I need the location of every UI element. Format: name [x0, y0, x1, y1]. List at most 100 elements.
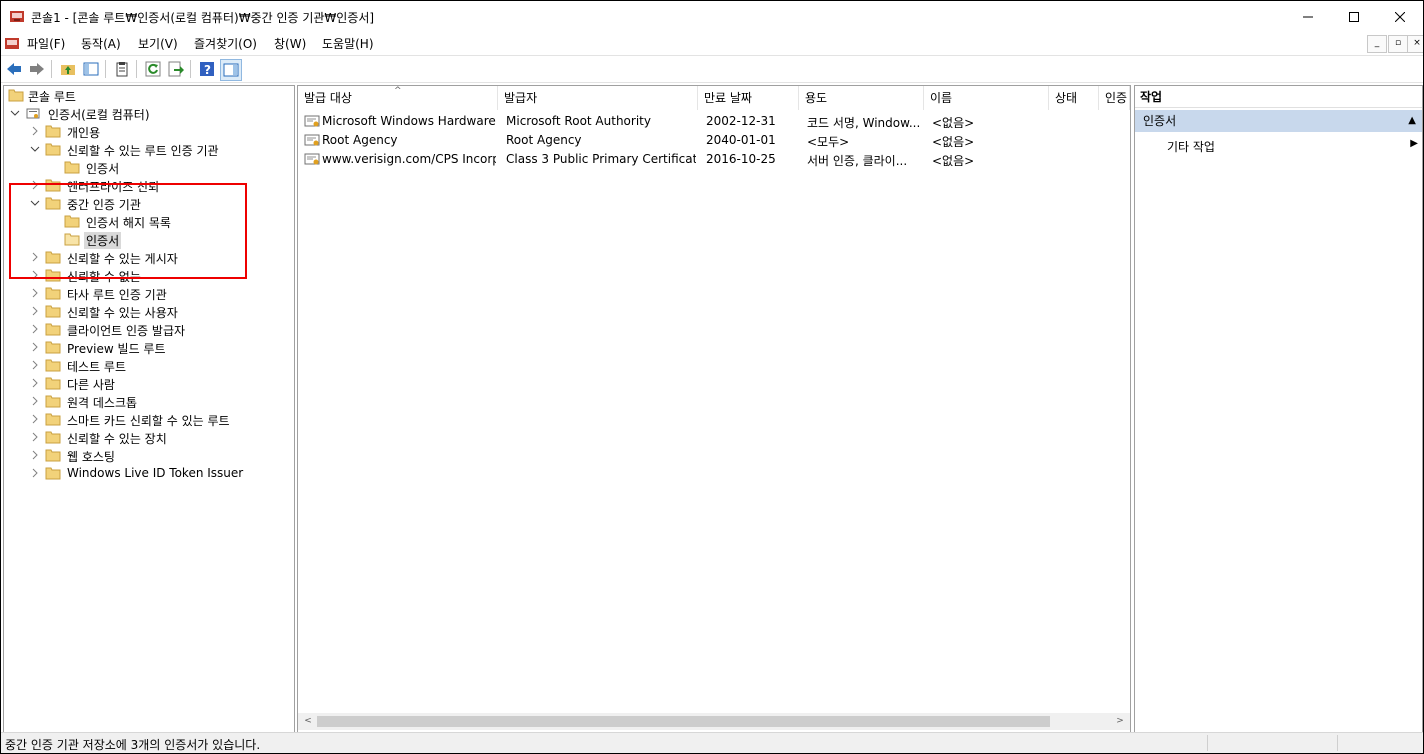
folder-icon	[45, 286, 61, 300]
tree-store[interactable]: 인증서(로컬 컴퓨터)	[4, 104, 294, 122]
tree-item-smart-card-roots[interactable]: 스마트 카드 신뢰할 수 있는 루트	[4, 410, 294, 428]
chevron-right-icon[interactable]	[30, 431, 40, 442]
cell-expiration: 2002-12-31	[706, 114, 776, 128]
child-restore-button[interactable]: ▫	[1388, 35, 1408, 53]
maximize-button[interactable]	[1331, 1, 1377, 32]
tree-item-trusted-root[interactable]: 신뢰할 수 있는 루트 인증 기관	[4, 140, 294, 158]
chevron-right-icon[interactable]	[30, 359, 40, 370]
sort-ascending-icon: ^	[394, 86, 402, 96]
tree-item-label: 웹 호스팅	[67, 450, 115, 464]
refresh-button[interactable]	[143, 59, 163, 79]
tree-item-other-people[interactable]: 다른 사람	[4, 374, 294, 392]
tree-item-trusted-people[interactable]: 신뢰할 수 있는 사용자	[4, 302, 294, 320]
tree-item-trusted-devices[interactable]: 신뢰할 수 있는 장치	[4, 428, 294, 446]
cell-friendly-name: <없음>	[932, 116, 975, 130]
chevron-right-icon[interactable]	[30, 125, 40, 136]
tree-item-label: 콘솔 루트	[28, 90, 76, 104]
show-hide-tree-button[interactable]	[81, 59, 101, 79]
close-button[interactable]	[1377, 1, 1423, 32]
show-hide-action-pane-button[interactable]	[220, 59, 242, 81]
cell-issued-by: Class 3 Public Primary Certificati...	[506, 152, 696, 166]
export-list-button[interactable]	[166, 59, 186, 79]
scroll-left-icon[interactable]: <	[302, 715, 314, 727]
tree-item-windows-live-id[interactable]: Windows Live ID Token Issuer	[4, 464, 294, 482]
tree-item-test-roots[interactable]: 테스트 루트	[4, 356, 294, 374]
toolbar-separator	[190, 60, 191, 78]
menu-favorites[interactable]: 즐겨찾기(O)	[194, 35, 257, 52]
mmc-window: 콘솔1 - [콘솔 루트₩인증서(로컬 컴퓨터)₩중간 인증 기관₩인증서] 파…	[1, 1, 1423, 753]
tree-item-preview-build-roots[interactable]: Preview 빌드 루트	[4, 338, 294, 356]
certificate-store-icon	[25, 106, 41, 120]
chevron-right-icon[interactable]	[30, 467, 40, 478]
cell-expiration: 2016-10-25	[706, 152, 776, 166]
maximize-icon	[1349, 11, 1359, 22]
chevron-right-icon[interactable]	[30, 341, 40, 352]
column-header-friendly-name[interactable]: 이름	[924, 86, 1049, 110]
properties-button[interactable]	[112, 59, 132, 79]
tree-item-third-party-root[interactable]: 타사 루트 인증 기관	[4, 284, 294, 302]
folder-icon	[45, 340, 61, 354]
scroll-right-icon[interactable]: >	[1114, 715, 1126, 727]
child-minimize-button[interactable]: _	[1367, 35, 1387, 53]
collapse-up-icon[interactable]: ▲	[1408, 110, 1416, 132]
toolbar-separator	[136, 60, 137, 78]
folder-up-icon	[61, 65, 75, 75]
console-menu-icon[interactable]	[4, 35, 20, 51]
chevron-right-icon[interactable]	[30, 413, 40, 424]
up-one-level-button[interactable]	[58, 59, 78, 79]
submenu-arrow-icon[interactable]: ▶	[1410, 138, 1418, 149]
status-separator	[1207, 735, 1208, 751]
menu-action[interactable]: 동작(A)	[81, 35, 121, 52]
export-icon	[168, 61, 184, 77]
chevron-down-icon[interactable]	[10, 107, 20, 117]
scrollbar-thumb[interactable]	[317, 716, 1050, 727]
tree-item-remote-desktop[interactable]: 원격 데스크톱	[4, 392, 294, 410]
back-button[interactable]	[4, 59, 24, 79]
table-row[interactable]: Root Agency Root Agency 2040-01-01 <모두> …	[298, 131, 1130, 150]
chevron-right-icon[interactable]	[30, 323, 40, 334]
tree-item-label: 신뢰할 수 있는 루트 인증 기관	[67, 144, 219, 158]
chevron-right-icon[interactable]	[30, 305, 40, 316]
column-header-issued-by[interactable]: 발급자	[498, 86, 698, 110]
cell-issued-to: Microsoft Windows Hardware ...	[322, 114, 496, 128]
tree-item-label: Preview 빌드 루트	[67, 342, 166, 356]
tree-item-label: 원격 데스크톱	[67, 396, 138, 410]
cell-issued-to: Root Agency	[322, 133, 398, 147]
menu-bar: 파일(F) 동작(A) 보기(V) 즐겨찾기(O) 창(W) 도움말(H)	[1, 32, 1423, 54]
tree-root[interactable]: 콘솔 루트	[4, 86, 294, 104]
tree-item-label: 개인용	[67, 126, 101, 140]
child-close-button[interactable]: ×	[1407, 35, 1423, 53]
tree-item-label: 인증서(로컬 컴퓨터)	[48, 108, 150, 122]
help-button[interactable]: ?	[197, 59, 217, 79]
cell-friendly-name: <없음>	[932, 154, 975, 168]
toolbar: ?	[1, 55, 1423, 83]
forward-button[interactable]	[27, 59, 47, 79]
column-header-purposes[interactable]: 용도	[799, 86, 924, 110]
column-header-expiration[interactable]: 만료 날짜	[698, 86, 799, 110]
chevron-right-icon[interactable]	[30, 377, 40, 388]
chevron-right-icon[interactable]	[30, 395, 40, 406]
column-header-status[interactable]: 상태	[1049, 86, 1099, 110]
menu-file[interactable]: 파일(F)	[27, 35, 65, 52]
cell-issued-by: Root Agency	[506, 133, 582, 147]
chevron-down-icon[interactable]	[30, 143, 40, 153]
table-row[interactable]: www.verisign.com/CPS Incorp.... Class 3 …	[298, 150, 1130, 169]
column-header-template[interactable]: 인증	[1099, 86, 1130, 110]
table-row[interactable]: Microsoft Windows Hardware ... Microsoft…	[298, 112, 1130, 131]
minimize-button[interactable]	[1285, 1, 1331, 32]
folder-icon	[45, 394, 61, 408]
horizontal-scrollbar[interactable]: < >	[298, 713, 1130, 730]
tree-item-personal[interactable]: 개인용	[4, 122, 294, 140]
tree-item-web-hosting[interactable]: 웹 호스팅	[4, 446, 294, 464]
tree-item-trusted-root-certs[interactable]: 인증서	[4, 158, 294, 176]
folder-icon	[45, 358, 61, 372]
menu-view[interactable]: 보기(V)	[138, 35, 178, 52]
chevron-right-icon[interactable]	[30, 287, 40, 298]
actions-section-header[interactable]: 인증서 ▲	[1135, 110, 1422, 132]
menu-help[interactable]: 도움말(H)	[322, 35, 374, 52]
svg-text:?: ?	[204, 63, 211, 77]
more-actions-item[interactable]: 기타 작업	[1167, 138, 1215, 155]
tree-item-client-auth-issuers[interactable]: 클라이언트 인증 발급자	[4, 320, 294, 338]
chevron-right-icon[interactable]	[30, 449, 40, 460]
menu-window[interactable]: 창(W)	[274, 35, 306, 52]
